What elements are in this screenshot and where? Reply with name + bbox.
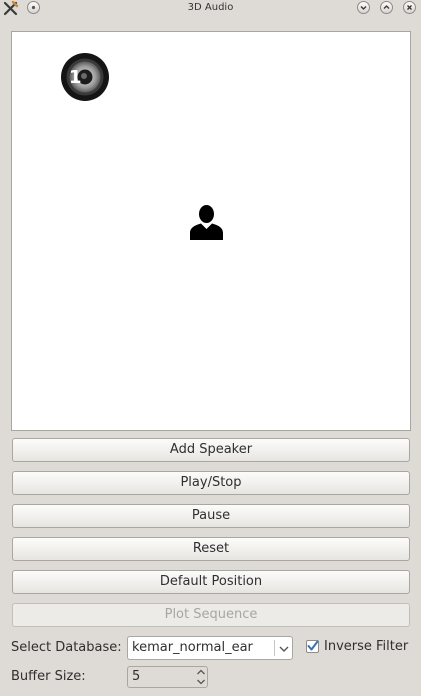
play-stop-button[interactable]: Play/Stop xyxy=(12,471,410,495)
checkmark-icon xyxy=(307,640,319,651)
buffer-size-value[interactable]: 5 xyxy=(132,669,140,684)
chevron-up-icon[interactable] xyxy=(196,668,206,676)
speaker-number: 1 xyxy=(69,67,82,88)
pause-button[interactable]: Pause xyxy=(12,504,410,528)
audio-scene-canvas[interactable]: 1 xyxy=(11,31,411,431)
minimize-icon xyxy=(360,6,367,10)
minimize-button[interactable] xyxy=(357,1,370,14)
maximize-button[interactable] xyxy=(380,1,393,14)
listener-icon[interactable] xyxy=(188,203,225,241)
chevron-down-icon[interactable] xyxy=(196,678,206,686)
speaker-icon[interactable]: 1 xyxy=(60,52,110,102)
database-selected-value: kemar_normal_ear xyxy=(132,640,253,655)
reset-button[interactable]: Reset xyxy=(12,537,410,561)
buffer-size-spinbox[interactable]: 5 xyxy=(127,666,208,688)
combo-divider xyxy=(274,640,275,656)
close-button[interactable] xyxy=(403,1,416,14)
select-database-label: Select Database: xyxy=(11,640,122,655)
close-icon xyxy=(407,5,412,10)
database-select[interactable]: kemar_normal_ear xyxy=(127,636,293,660)
chevron-down-icon[interactable] xyxy=(279,645,289,653)
maximize-icon xyxy=(383,5,390,9)
inverse-filter-checkbox[interactable] xyxy=(306,640,319,653)
inverse-filter-label[interactable]: Inverse Filter xyxy=(324,639,408,654)
buffer-size-label: Buffer Size: xyxy=(11,669,86,684)
title-bar[interactable]: 3D Audio xyxy=(0,0,421,17)
plot-sequence-button[interactable]: Plot Sequence xyxy=(12,603,410,627)
add-speaker-button[interactable]: Add Speaker xyxy=(12,438,410,462)
default-position-button[interactable]: Default Position xyxy=(12,570,410,594)
